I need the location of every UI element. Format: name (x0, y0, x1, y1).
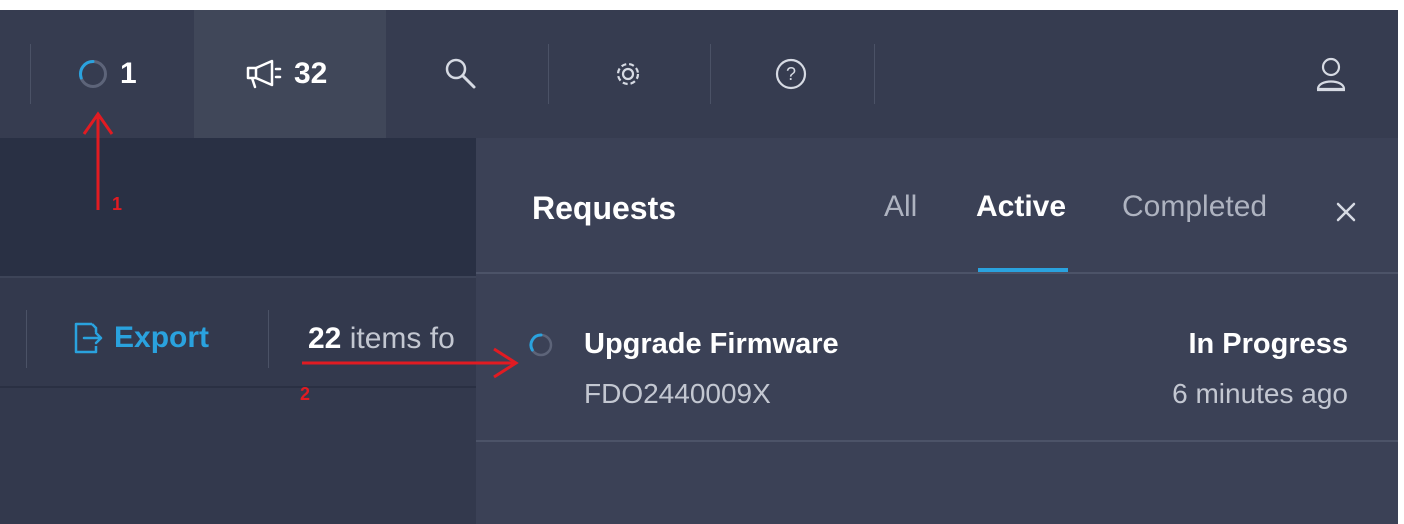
annotation-arrow-2 (302, 347, 519, 379)
annotation-label-1: 1 (112, 194, 123, 214)
app-window: 1 32 ? Export 22 items fo Requests All A… (0, 10, 1398, 524)
annotation-arrows (82, 111, 519, 379)
annotation-label-2: 2 (300, 384, 311, 404)
annotation-arrow-1 (82, 111, 114, 210)
